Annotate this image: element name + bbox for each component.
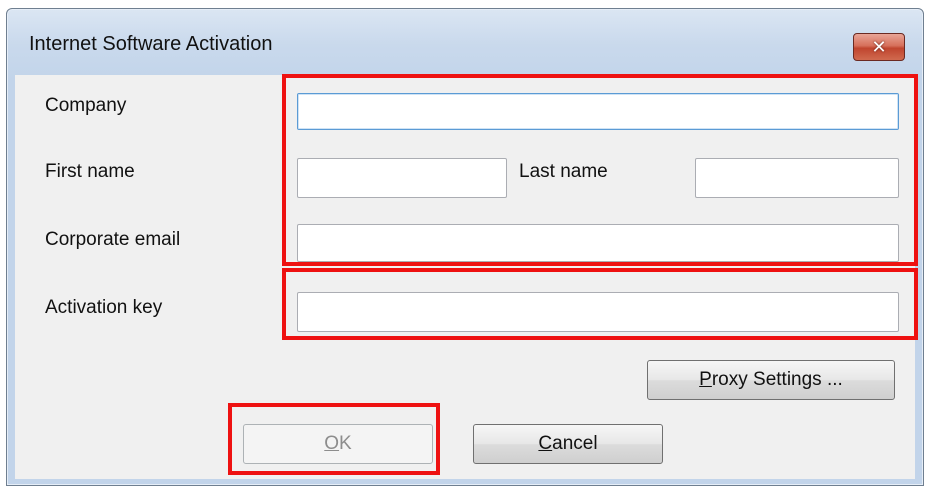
- company-input[interactable]: [297, 93, 899, 130]
- activation-key-label: Activation key: [45, 297, 163, 318]
- close-icon: ✕: [871, 36, 887, 58]
- ok-button[interactable]: OK: [243, 424, 433, 464]
- proxy-mnemonic: P: [699, 369, 712, 390]
- dialog-body: Company First name Last name Corporate e…: [15, 75, 915, 479]
- ok-label: K: [339, 433, 352, 454]
- activation-key-input[interactable]: [297, 292, 899, 332]
- cancel-label: ancel: [552, 433, 598, 454]
- title-bar[interactable]: Internet Software Activation ✕: [7, 9, 923, 75]
- email-label: Corporate email: [45, 229, 181, 250]
- proxy-label: roxy Settings ...: [711, 369, 843, 390]
- last-name-label: Last name: [519, 161, 608, 182]
- ok-mnemonic: O: [324, 433, 340, 454]
- first-name-label: First name: [45, 161, 135, 182]
- last-name-input[interactable]: [695, 158, 899, 198]
- window-title: Internet Software Activation: [29, 33, 273, 55]
- proxy-settings-button[interactable]: Proxy Settings ...: [647, 360, 895, 400]
- company-label: Company: [45, 95, 127, 116]
- cancel-button[interactable]: Cancel: [473, 424, 663, 464]
- email-input[interactable]: [297, 224, 899, 262]
- first-name-input[interactable]: [297, 158, 507, 198]
- close-button[interactable]: ✕: [853, 33, 905, 61]
- activation-dialog: Internet Software Activation ✕ Company F…: [6, 8, 924, 486]
- cancel-mnemonic: C: [538, 433, 553, 454]
